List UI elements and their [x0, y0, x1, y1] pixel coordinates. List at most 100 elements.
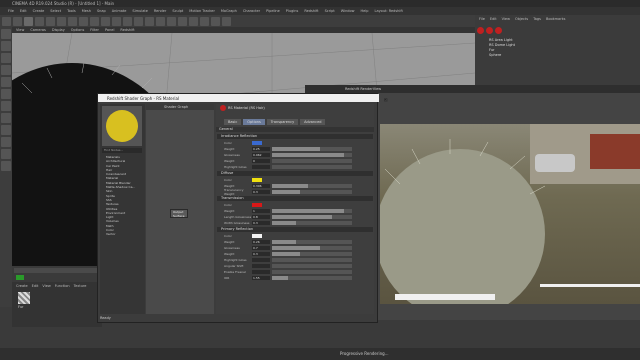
- property-tab[interactable]: Basic: [224, 119, 242, 125]
- menu-item[interactable]: Layout: Redshift: [375, 9, 403, 13]
- section-header[interactable]: Primary Reflection: [217, 227, 373, 232]
- menu-item[interactable]: Edit: [20, 9, 27, 13]
- property-slider[interactable]: [272, 208, 352, 213]
- viewport-menu-item[interactable]: Options: [71, 28, 85, 32]
- menu-item[interactable]: Pipeline: [266, 9, 280, 13]
- tweak-icon[interactable]: [1, 125, 11, 135]
- workplane-icon[interactable]: [1, 65, 11, 75]
- scale-icon[interactable]: [46, 16, 55, 26]
- play-forward-icon[interactable]: [16, 275, 24, 280]
- property-value-field[interactable]: 0.7: [252, 245, 270, 250]
- viewport-menu-item[interactable]: Display: [52, 28, 65, 32]
- undo-icon[interactable]: [2, 16, 11, 26]
- property-slider[interactable]: [272, 183, 352, 188]
- make-editable-icon[interactable]: [1, 29, 11, 39]
- pen-icon[interactable]: [156, 16, 165, 26]
- material-manager-tab[interactable]: Edit: [32, 284, 39, 288]
- rs-button-icon[interactable]: [486, 27, 493, 34]
- shader-graph-canvas[interactable]: Shader Graph Output Surface: [146, 104, 214, 314]
- property-slider[interactable]: [272, 220, 352, 225]
- menu-item[interactable]: MoGraph: [221, 9, 237, 13]
- points-mode-icon[interactable]: [1, 77, 11, 87]
- menu-item[interactable]: Script: [325, 9, 335, 13]
- object-manager-menu-item[interactable]: Edit: [490, 17, 497, 21]
- viewport-menu-item[interactable]: Redshift: [120, 28, 134, 32]
- cube-icon[interactable]: [145, 16, 154, 26]
- menu-item[interactable]: Plugins: [286, 9, 299, 13]
- render-icon[interactable]: [123, 16, 132, 26]
- property-value-field[interactable]: [252, 257, 270, 262]
- z-axis-icon[interactable]: [90, 16, 99, 26]
- material-manager-tab[interactable]: Create: [16, 284, 28, 288]
- polygons-mode-icon[interactable]: [1, 101, 11, 111]
- property-slider[interactable]: [272, 214, 352, 219]
- property-value-field[interactable]: 0.962: [252, 152, 270, 157]
- lock-workplane-icon[interactable]: [1, 149, 11, 159]
- snap-icon[interactable]: [1, 137, 11, 147]
- property-slider[interactable]: [272, 164, 352, 169]
- menu-item[interactable]: Render: [154, 9, 166, 13]
- live-select-icon[interactable]: [24, 16, 33, 26]
- enable-axis-icon[interactable]: [1, 113, 11, 123]
- color-swatch[interactable]: [252, 202, 262, 207]
- property-value-field[interactable]: 0.25: [252, 146, 270, 151]
- material-manager-tab[interactable]: View: [42, 284, 50, 288]
- menu-item[interactable]: Help: [361, 9, 369, 13]
- property-slider[interactable]: [272, 257, 352, 262]
- property-tab[interactable]: Advanced: [300, 119, 326, 125]
- material-manager-tab[interactable]: Texture: [74, 284, 87, 288]
- menu-item[interactable]: File: [8, 9, 14, 13]
- camera-icon[interactable]: [211, 16, 220, 26]
- menu-item[interactable]: Tools: [67, 9, 76, 13]
- find-nodes-input[interactable]: Find Nodes...: [102, 148, 142, 153]
- object-manager-menu-item[interactable]: View: [502, 17, 510, 21]
- color-swatch[interactable]: [252, 177, 262, 182]
- color-swatch[interactable]: [252, 233, 262, 238]
- property-value-field[interactable]: 0.3: [252, 251, 270, 256]
- menu-item[interactable]: Redshift: [304, 9, 318, 13]
- menu-item[interactable]: Window: [341, 9, 355, 13]
- property-value-field[interactable]: 1.55: [252, 275, 270, 280]
- menu-item[interactable]: Animate: [112, 9, 127, 13]
- property-value-field[interactable]: 0.3: [252, 220, 270, 225]
- object-manager-menu-item[interactable]: File: [479, 17, 485, 21]
- property-slider[interactable]: [272, 275, 352, 280]
- property-slider[interactable]: [272, 189, 352, 194]
- material-swatch[interactable]: [18, 292, 30, 304]
- menu-item[interactable]: Select: [50, 9, 61, 13]
- edges-mode-icon[interactable]: [1, 89, 11, 99]
- texture-mode-icon[interactable]: [1, 53, 11, 63]
- object-row[interactable]: Sphere: [475, 52, 640, 57]
- property-slider[interactable]: [272, 245, 352, 250]
- menu-item[interactable]: Sculpt: [172, 9, 183, 13]
- property-value-field[interactable]: 0.8: [252, 214, 270, 219]
- move-icon[interactable]: [35, 16, 44, 26]
- object-manager-menu-item[interactable]: Bookmarks: [546, 17, 566, 21]
- subdivision-icon[interactable]: [167, 16, 176, 26]
- property-tab[interactable]: Transparency: [266, 119, 299, 125]
- menu-item[interactable]: Mesh: [82, 9, 91, 13]
- model-mode-icon[interactable]: [1, 41, 11, 51]
- viewport-menu-item[interactable]: View: [16, 28, 24, 32]
- object-manager-menu-item[interactable]: Objects: [515, 17, 528, 21]
- property-value-field[interactable]: 1: [252, 208, 270, 213]
- light-icon[interactable]: [222, 16, 231, 26]
- material-manager-tab[interactable]: Function: [55, 284, 70, 288]
- floor-icon[interactable]: [200, 16, 209, 26]
- render-view-icon[interactable]: [112, 16, 121, 26]
- deformer-icon[interactable]: [189, 16, 198, 26]
- property-value-field[interactable]: [252, 269, 270, 274]
- color-swatch[interactable]: [252, 140, 262, 145]
- planar-workplane-icon[interactable]: [1, 161, 11, 171]
- property-tab[interactable]: Options: [243, 119, 265, 125]
- output-node[interactable]: Output Surface: [170, 209, 188, 218]
- object-manager-menu-item[interactable]: Tags: [533, 17, 541, 21]
- render-settings-icon[interactable]: [134, 16, 143, 26]
- viewport-menu-item[interactable]: Cameras: [30, 28, 46, 32]
- rotate-icon[interactable]: [57, 16, 66, 26]
- menu-item[interactable]: Motion Tracker: [189, 9, 215, 13]
- node-tree-item[interactable]: Vector: [102, 232, 142, 236]
- property-slider[interactable]: [272, 263, 352, 268]
- world-icon[interactable]: [101, 16, 110, 26]
- rs-button-icon[interactable]: [495, 27, 502, 34]
